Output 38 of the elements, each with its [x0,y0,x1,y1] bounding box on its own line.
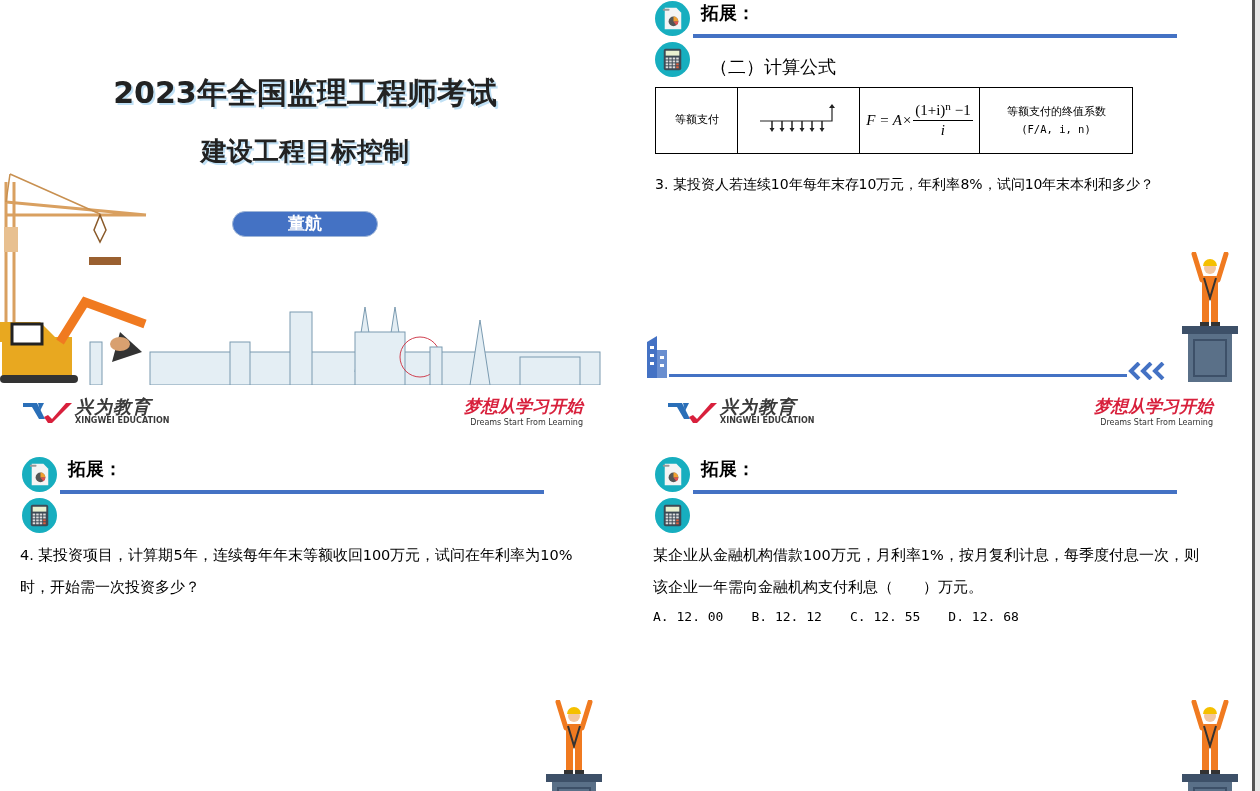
formula-numerator: (1+i)$^{n}$ −1 [913,101,973,121]
slide-heading: 拓展： [701,460,755,478]
table-cell-text: (F/A, i, n) [1021,121,1091,137]
formula-denominator: i [940,121,945,140]
answer-option: B. 12. 12 [751,607,822,627]
building-icon [645,336,669,378]
slogan: 梦想从学习开始 [464,398,583,415]
calculator-icon [22,498,57,533]
brand-tagline: XINGWEI EDUCATION [75,417,170,425]
document-chart-icon [22,457,57,492]
slide-subtitle: 建设工程目标控制 [201,138,409,164]
question-text: 某企业从金融机构借款100万元，月利率1%，按月复利计息，每季度付息一次，则该企业一年需向金融机构支付利息（ ）万元。 [653,546,1200,597]
slide-title: 2023年全国监理工程师考试 [113,78,497,108]
question-text: 3. 某投资人若连续10年每年末存10万元，年利率8%，试问10年末本利和多少？ [655,175,1155,194]
answer-option: C. 12. 55 [849,607,921,627]
presenter-name: 董航 [232,211,378,237]
brand-name: 兴为教育 [75,398,170,416]
table-cell-text: 等额支付的终值系数 [1006,103,1106,119]
formula-text: F = A× [866,111,913,131]
logo-icon [667,400,717,423]
document-chart-icon [655,1,690,36]
calculator-icon [655,42,690,77]
chevrons-icon [1127,362,1167,380]
slide-heading: 拓展： [701,4,755,22]
calculator-icon [655,498,690,533]
table-cell: 等额支付 [656,88,738,153]
answer-option: A. 12. 00 [653,607,724,627]
logo-icon [22,400,72,423]
slide-heading: 拓展： [68,460,122,478]
answer-option: D. 12. 68 [948,607,1019,627]
document-chart-icon [655,457,690,492]
slogan-english: Dreams Start From Learning [1100,419,1213,427]
brand-name: 兴为教育 [720,398,815,416]
slogan-english: Dreams Start From Learning [470,419,583,427]
section-title: （二）计算公式 [710,58,836,76]
slogan: 梦想从学习开始 [1094,398,1213,415]
question-text: 4. 某投资项目，计算期5年，连续每年年末等额收回100万元，试问在年利率为10%时，开始需一次投资多少？ [20,546,574,597]
brand-tagline: XINGWEI EDUCATION [720,417,815,425]
